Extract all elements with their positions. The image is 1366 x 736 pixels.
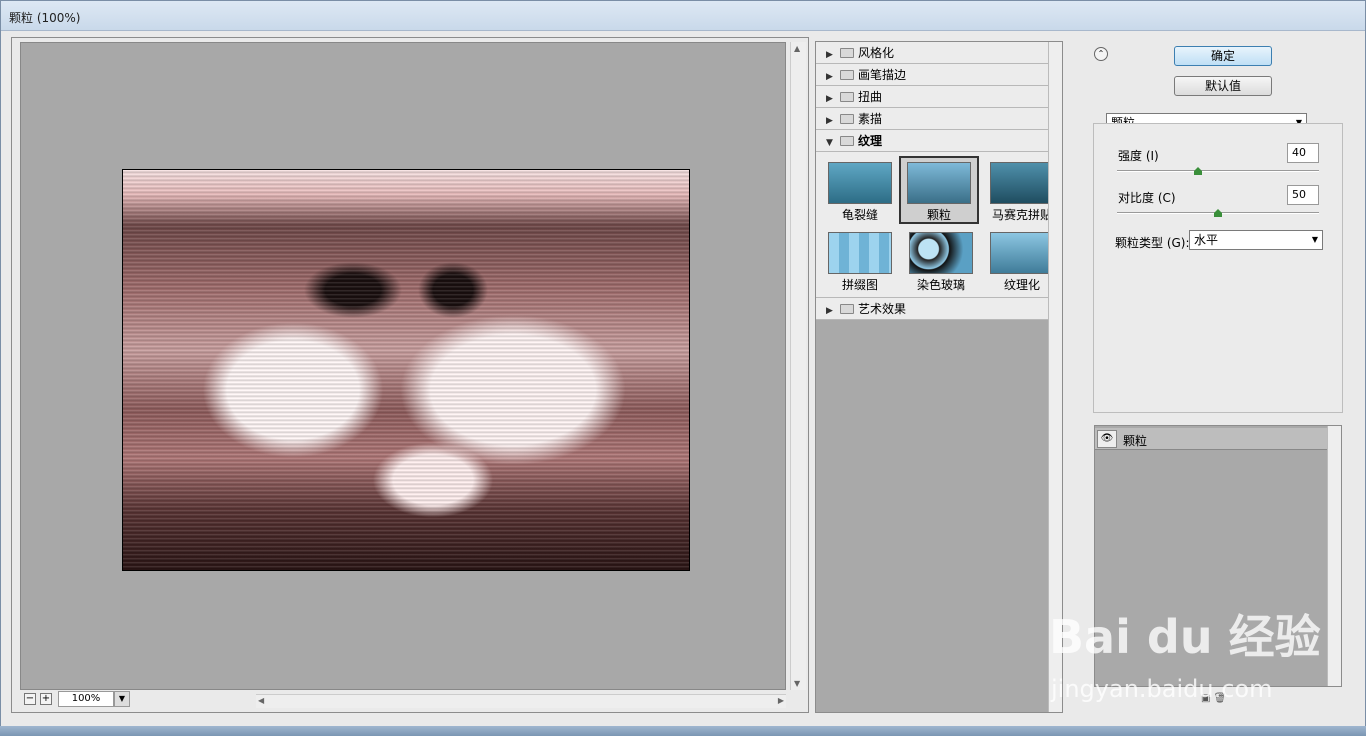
intensity-label: 强度 (I)	[1118, 149, 1159, 163]
taskbar	[0, 726, 1366, 736]
folder-open-icon	[840, 136, 854, 146]
expand-arrow-icon: ▶	[826, 94, 833, 104]
preview-canvas[interactable]	[20, 42, 786, 690]
scroll-up-icon[interactable]: ▲	[794, 44, 800, 53]
chevron-down-icon: ▼	[1311, 235, 1318, 244]
folder-icon	[840, 92, 854, 102]
zoom-out-button[interactable]: −	[24, 693, 36, 705]
grain-type-select[interactable]: 水平 ▼	[1189, 230, 1323, 250]
filter-gallery: ▶风格化 ▶画笔描边 ▶扭曲 ▶素描 ▼纹理 龟裂缝 颗粒 马赛克拼贴	[815, 41, 1063, 713]
filter-thumb-craquelure[interactable]: 龟裂缝	[820, 158, 900, 226]
thumb-label: 拼缀图	[841, 278, 878, 292]
folder-icon	[840, 114, 854, 124]
zoom-level[interactable]: 100%	[58, 691, 114, 707]
category-artistic[interactable]: ▶ 艺术效果	[816, 298, 1062, 320]
folder-icon	[840, 48, 854, 58]
filter-thumb-stained-glass[interactable]: 染色玻璃	[901, 228, 981, 296]
preview-image	[122, 169, 690, 571]
layers-scrollbar[interactable]	[1327, 426, 1341, 686]
effect-layer-row[interactable]: 👁 颗粒	[1095, 428, 1327, 450]
grain-type-label: 颗粒类型 (G):	[1115, 236, 1190, 250]
preview-panel: ▲ ▼ − + 100% ▼ ◀ ▶	[11, 37, 809, 713]
thumb-image	[828, 232, 892, 274]
folder-icon	[840, 70, 854, 80]
zoom-controls: − + 100% ▼	[20, 690, 256, 710]
category-texture[interactable]: ▼ 纹理	[816, 130, 1062, 152]
expand-arrow-icon: ▶	[826, 306, 833, 316]
intensity-slider[interactable]	[1117, 170, 1319, 172]
category-sketch[interactable]: ▶ 素描	[816, 108, 1062, 130]
collapse-gallery-icon[interactable]: ⌃	[1094, 47, 1108, 61]
intensity-input[interactable]: 40	[1287, 143, 1319, 163]
scroll-down-icon[interactable]: ▼	[794, 679, 800, 688]
filter-thumb-grain[interactable]: 颗粒	[899, 156, 979, 224]
title-bar: 颗粒 (100%)	[1, 1, 1365, 31]
expand-arrow-icon: ▶	[826, 50, 833, 60]
filter-thumb-patchwork[interactable]: 拼缀图	[820, 228, 900, 296]
category-distort[interactable]: ▶ 扭曲	[816, 86, 1062, 108]
filter-settings-panel	[1093, 123, 1343, 413]
texture-thumbnails: 龟裂缝 颗粒 马赛克拼贴 拼缀图 染色玻璃 纹理化	[816, 152, 1062, 298]
thumb-image	[909, 232, 973, 274]
zoom-in-button[interactable]: +	[40, 693, 52, 705]
contrast-input[interactable]: 50	[1287, 185, 1319, 205]
watermark-logo: Bai du 经验	[1049, 610, 1321, 664]
category-brush-strokes[interactable]: ▶ 画笔描边	[816, 64, 1062, 86]
thumb-image	[990, 232, 1054, 274]
grain-type-value: 水平	[1194, 233, 1219, 247]
thumb-label: 染色玻璃	[916, 278, 965, 292]
ok-button[interactable]: 确定	[1174, 46, 1272, 66]
watermark-url: jingyan.baidu.com	[1051, 675, 1273, 703]
scroll-right-icon[interactable]: ▶	[778, 696, 784, 705]
thumb-image	[907, 162, 971, 204]
thumb-label: 龟裂缝	[841, 208, 878, 222]
thumb-image	[990, 162, 1054, 204]
collapse-arrow-icon: ▼	[826, 138, 833, 148]
thumb-label: 颗粒	[926, 208, 951, 222]
eye-icon[interactable]: 👁	[1097, 430, 1117, 448]
preview-vertical-scrollbar[interactable]: ▲ ▼	[790, 42, 806, 690]
expand-arrow-icon: ▶	[826, 72, 833, 82]
scroll-left-icon[interactable]: ◀	[258, 696, 264, 705]
zoom-dropdown-icon[interactable]: ▼	[114, 691, 130, 707]
preview-horizontal-scrollbar[interactable]: ◀ ▶	[256, 694, 786, 708]
default-button[interactable]: 默认值	[1174, 76, 1272, 96]
window-title: 颗粒 (100%)	[9, 11, 81, 25]
expand-arrow-icon: ▶	[826, 116, 833, 126]
contrast-label: 对比度 (C)	[1118, 191, 1176, 205]
folder-icon	[840, 304, 854, 314]
effect-layer-name: 颗粒	[1123, 434, 1148, 448]
category-stylize[interactable]: ▶ 风格化	[816, 42, 1062, 64]
filter-gallery-window: 颗粒 (100%) ▲ ▼ − + 100% ▼ ◀ ▶ ▶ 风格化 ▶ 画笔描边 …	[0, 0, 1366, 736]
thumb-image	[828, 162, 892, 204]
